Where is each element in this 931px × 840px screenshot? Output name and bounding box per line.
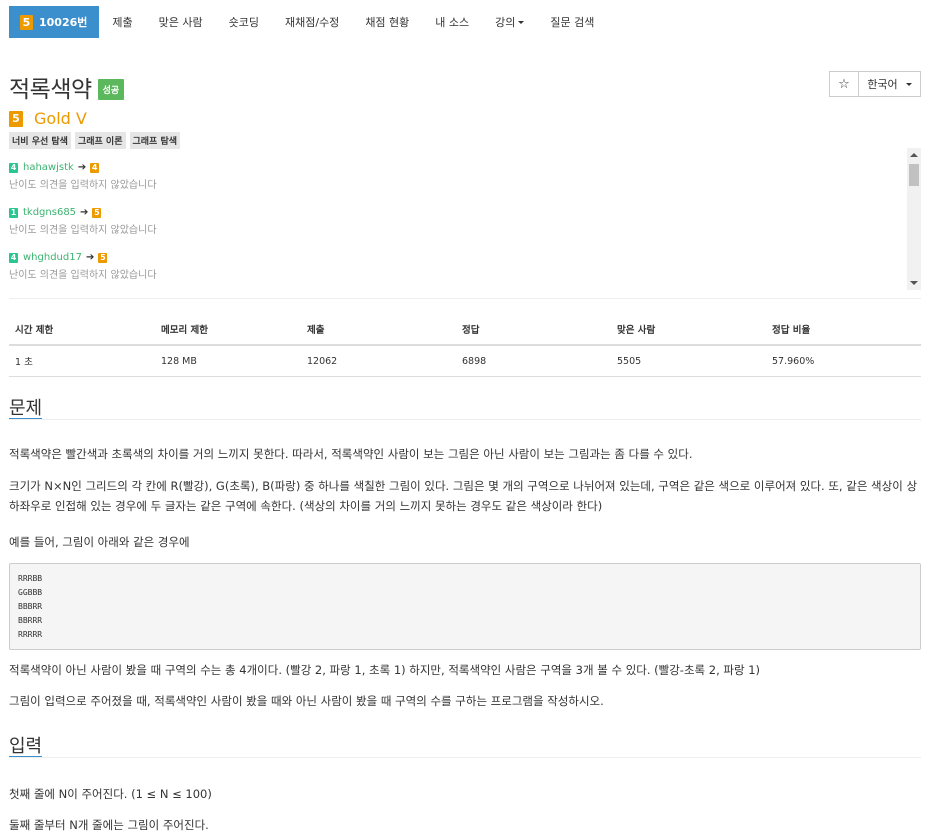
sample-grid: RRRBB GGBBB BBBRR BBRRR RRRRR [9, 563, 921, 650]
submissions-value: 12062 [301, 345, 456, 377]
input-heading: 입력 [9, 736, 43, 757]
nav-rejudge[interactable]: 재채점/수정 [272, 6, 352, 38]
nav-lecture-dropdown[interactable]: 강의 [482, 6, 537, 38]
opinion-text: 난이도 의견을 입력하지 않았습니다 [9, 225, 157, 236]
header-memory-limit: 메모리 제한 [155, 314, 301, 346]
gold-tier-icon: 5 [92, 207, 102, 218]
header-solved-users: 맞은 사람 [611, 314, 766, 346]
nav-submit[interactable]: 제출 [99, 6, 145, 38]
problem-menu: 5 10026번 제출 맞은 사람 숏코딩 재채점/수정 채점 현황 내 소스 … [9, 6, 607, 38]
divider [9, 298, 921, 299]
arrow-right-icon: ➔ [77, 162, 87, 173]
caret-down-icon [518, 21, 525, 24]
tier-name[interactable]: Gold V [34, 109, 87, 128]
header-accepted: 정답 [456, 314, 611, 346]
scrollbar-thumb[interactable] [909, 164, 919, 186]
scroll-down-arrow-icon[interactable] [910, 281, 918, 285]
tag-graph-theory[interactable]: 그래프 이론 [74, 132, 126, 149]
problem-stats-table: 시간 제한 메모리 제한 제출 정답 맞은 사람 정답 비율 1 초 128 M… [9, 314, 921, 377]
memory-limit-value: 128 MB [155, 345, 301, 377]
opinion-user[interactable]: tkdgns685 [23, 207, 76, 218]
nav-problem-number[interactable]: 5 10026번 [9, 6, 100, 38]
gold-tier-icon: 5 [98, 252, 108, 263]
table-row: 1 초 128 MB 12062 6898 5505 57.960% [9, 345, 921, 377]
header-submissions: 제출 [301, 314, 456, 346]
opinion-item: 4 whghdud17 ➔ 5 난이도 의견을 입력하지 않았습니다 [9, 252, 157, 281]
difficulty-opinions-list: 4 hahawjstk ➔ 4 난이도 의견을 입력하지 않았습니다 1 tkd… [9, 148, 921, 290]
result-badge: 성공 [97, 78, 125, 100]
title-row: 적록색약 성공 [9, 70, 125, 104]
arrow-right-icon: ➔ [80, 207, 89, 218]
accept-ratio-value: 57.960% [766, 345, 921, 377]
page-title: 적록색약 [9, 77, 92, 103]
description-heading: 문제 [9, 398, 43, 419]
divider [9, 419, 921, 420]
algorithm-tags: 너비 우선 탐색 그래프 이론 그래프 탐색 [9, 132, 181, 149]
silver-tier-icon: 4 [9, 162, 18, 173]
input-paragraph: 둘째 줄부터 N개 줄에는 그림이 주어진다. [9, 818, 209, 832]
description-paragraph: 크기가 N×N인 그리드의 각 칸에 R(빨강), G(초록), B(파랑) 중… [9, 479, 918, 513]
tag-bfs[interactable]: 너비 우선 탐색 [9, 132, 71, 149]
input-paragraph: 첫째 줄에 N이 주어진다. (1 ≤ N ≤ 100) [9, 787, 212, 801]
description-paragraph: 예를 들어, 그림이 아래와 같은 경우에 [9, 535, 190, 549]
header-accept-ratio: 정답 비율 [766, 314, 921, 346]
opinion-item: 1 tkdgns685 ➔ 5 난이도 의견을 입력하지 않았습니다 [9, 207, 157, 236]
opinions-scrollbar[interactable] [907, 148, 921, 290]
star-button[interactable]: ☆ [829, 71, 859, 97]
time-limit-value: 1 초 [9, 345, 155, 377]
arrow-right-icon: ➔ [85, 252, 95, 263]
caret-down-icon [905, 83, 912, 86]
table-header-row: 시간 제한 메모리 제한 제출 정답 맞은 사람 정답 비율 [9, 314, 921, 346]
nav-my-source[interactable]: 내 소스 [422, 6, 482, 38]
accepted-value: 6898 [456, 345, 611, 377]
opinion-text: 난이도 의견을 입력하지 않았습니다 [9, 270, 157, 281]
language-label: 한국어 [867, 78, 898, 91]
nav-accepted-users[interactable]: 맞은 사람 [146, 6, 216, 38]
opinion-text: 난이도 의견을 입력하지 않았습니다 [9, 180, 157, 191]
tag-graph-traversal[interactable]: 그래프 탐색 [129, 132, 181, 149]
nav-lecture-label: 강의 [495, 16, 516, 29]
gold-tier-icon: 5 [20, 14, 33, 30]
silver-tier-icon: 1 [9, 207, 18, 218]
gold-tier-icon: 4 [90, 162, 100, 173]
description-paragraph: 적록색약은 빨간색과 초록색의 차이를 거의 느끼지 못한다. 따라서, 적록색… [9, 447, 693, 461]
nav-status[interactable]: 채점 현황 [352, 6, 422, 38]
tier-row: 5 Gold V [9, 109, 87, 128]
description-paragraph: 적록색약이 아닌 사람이 봤을 때 구역의 수는 총 4개이다. (빨강 2, … [9, 663, 761, 677]
description-paragraph: 그림이 입력으로 주어졌을 때, 적록색약인 사람이 봤을 때와 아닌 사람이 … [9, 694, 604, 708]
problem-number-label: 10026번 [39, 16, 88, 29]
opinion-user[interactable]: whghdud17 [23, 252, 82, 263]
opinion-item: 4 hahawjstk ➔ 4 난이도 의견을 입력하지 않았습니다 [9, 162, 157, 191]
header-time-limit: 시간 제한 [9, 314, 155, 346]
solved-users-value: 5505 [611, 345, 766, 377]
scroll-up-arrow-icon[interactable] [910, 153, 918, 157]
opinion-user[interactable]: hahawjstk [23, 162, 74, 173]
nav-question-search[interactable]: 질문 검색 [537, 6, 607, 38]
nav-short-coding[interactable]: 숏코딩 [216, 6, 272, 38]
silver-tier-icon: 4 [9, 252, 18, 263]
divider [9, 757, 921, 758]
language-dropdown[interactable]: 한국어 [858, 71, 921, 97]
gold-tier-icon: 5 [9, 110, 23, 127]
